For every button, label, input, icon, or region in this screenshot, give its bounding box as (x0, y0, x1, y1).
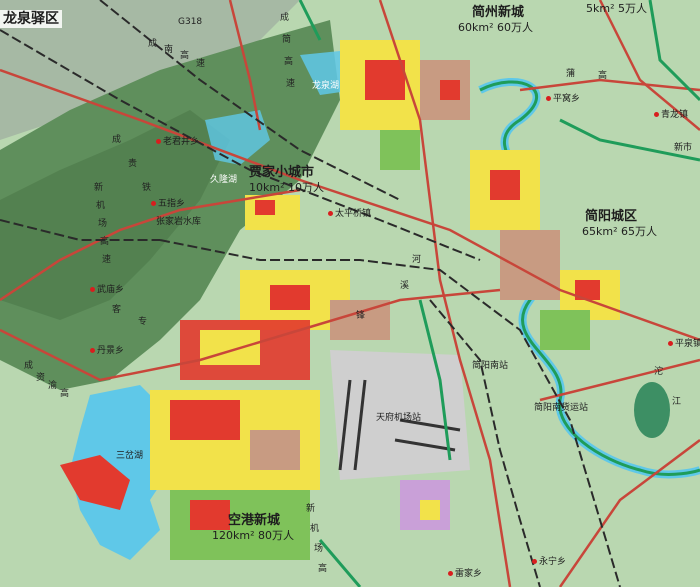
road-tuojiang-2: 江 (672, 397, 682, 407)
road-chengzi-3: 渝 (48, 381, 58, 391)
road-chengjian-4: 速 (286, 79, 296, 89)
place-wumiao: 武庙乡 (90, 286, 124, 295)
place-tianfu-airport: 天府机场站 (376, 413, 422, 423)
road-new-airport-2: 机 (310, 524, 320, 534)
road-river-3: 锋 (356, 311, 366, 321)
road-river-1: 河 (412, 255, 422, 265)
road-river-2: 溪 (400, 281, 410, 291)
jianyang-city-name: 简阳城区 (585, 209, 638, 224)
road-chengzi-1: 成 (24, 361, 34, 371)
place-jiulonghu: 久隆湖 (210, 175, 238, 185)
airport-city-name: 空港新城 (228, 513, 281, 528)
road-tuojiang-1: 沱 (654, 367, 664, 377)
place-danjing: 丹景乡 (90, 347, 124, 356)
road-chenggui-2: 贵 (128, 159, 138, 169)
place-pingwo: 平窝乡 (546, 95, 580, 104)
place-sancha: 三岔湖 (116, 451, 144, 461)
jianzhou-name: 简州新城 (472, 5, 525, 20)
place-longquan-lake: 龙泉湖 (312, 81, 340, 91)
east-lake (634, 382, 670, 438)
road-chengjian-3: 高 (284, 57, 294, 67)
road-airport-line-1: 新 (94, 183, 104, 193)
road-chengzi-2: 资 (36, 373, 46, 383)
road-chengzhi-rail-2: 专 (138, 317, 148, 327)
road-chengnan-3: 高 (180, 51, 190, 61)
airport-city-stats: 120km² 80万人 (212, 529, 294, 542)
place-qinglong: 青龙镇 (654, 111, 688, 120)
road-airport-line-5: 速 (102, 255, 112, 265)
jianyang-city-stats: 65km² 65万人 (582, 225, 657, 238)
road-g318: G318 (178, 17, 203, 27)
road-airport-line-2: 机 (96, 201, 106, 211)
corner-stats: 5km² 5万人 (586, 2, 647, 15)
place-jianyang-south-freight: 简阳南货运站 (534, 403, 589, 413)
road-chenggui-3: 铁 (142, 183, 152, 193)
road-chenggui-1: 成 (112, 135, 122, 145)
place-zhangjiayan: 张家岩水库 (156, 217, 202, 227)
road-airport-line-4: 高 (100, 237, 110, 247)
place-xinshi: 新市 (674, 143, 693, 153)
jiajia-stats: 10km² 10万人 (249, 181, 324, 194)
road-chengnan-1: 成 (148, 39, 158, 49)
jiajia-urban-patches (245, 195, 300, 230)
road-chengnan-2: 南 (164, 45, 174, 55)
jiajia-name: 贾家小城市 (249, 165, 315, 180)
road-chengzi-4: 高 (60, 389, 70, 399)
road-chengjian-2: 简 (282, 35, 292, 45)
place-taiping: 太平桥镇 (328, 210, 371, 219)
place-wuzhi: 五指乡 (151, 200, 185, 209)
road-chengzhi-rail-1: 客 (112, 305, 122, 315)
place-leijia: 雷家乡 (448, 570, 482, 579)
road-new-airport-4: 高 (318, 564, 328, 574)
place-jianyang-south: 简阳南站 (472, 361, 509, 371)
road-new-airport-3: 场 (314, 544, 324, 554)
road-chengjian-1: 成 (280, 13, 290, 23)
road-ring-2: 高 (598, 71, 608, 81)
place-yongning: 永宁乡 (532, 558, 566, 567)
road-airport-line-3: 场 (98, 219, 108, 229)
jianzhou-stats: 60km² 60万人 (458, 21, 533, 34)
road-chengnan-4: 速 (196, 59, 206, 69)
district-longquanyi: 龙泉驿区 (0, 10, 62, 28)
planning-map: 龙泉驿区 简州新城 60km² 60万人 5km² 5万人 简阳城区 65km²… (0, 0, 700, 587)
road-new-airport-1: 新 (306, 504, 316, 514)
place-laojunjing: 老君井乡 (156, 138, 199, 147)
road-ring-1: 蒲 (566, 69, 576, 79)
place-pingquan: 平泉镇 (668, 340, 700, 349)
